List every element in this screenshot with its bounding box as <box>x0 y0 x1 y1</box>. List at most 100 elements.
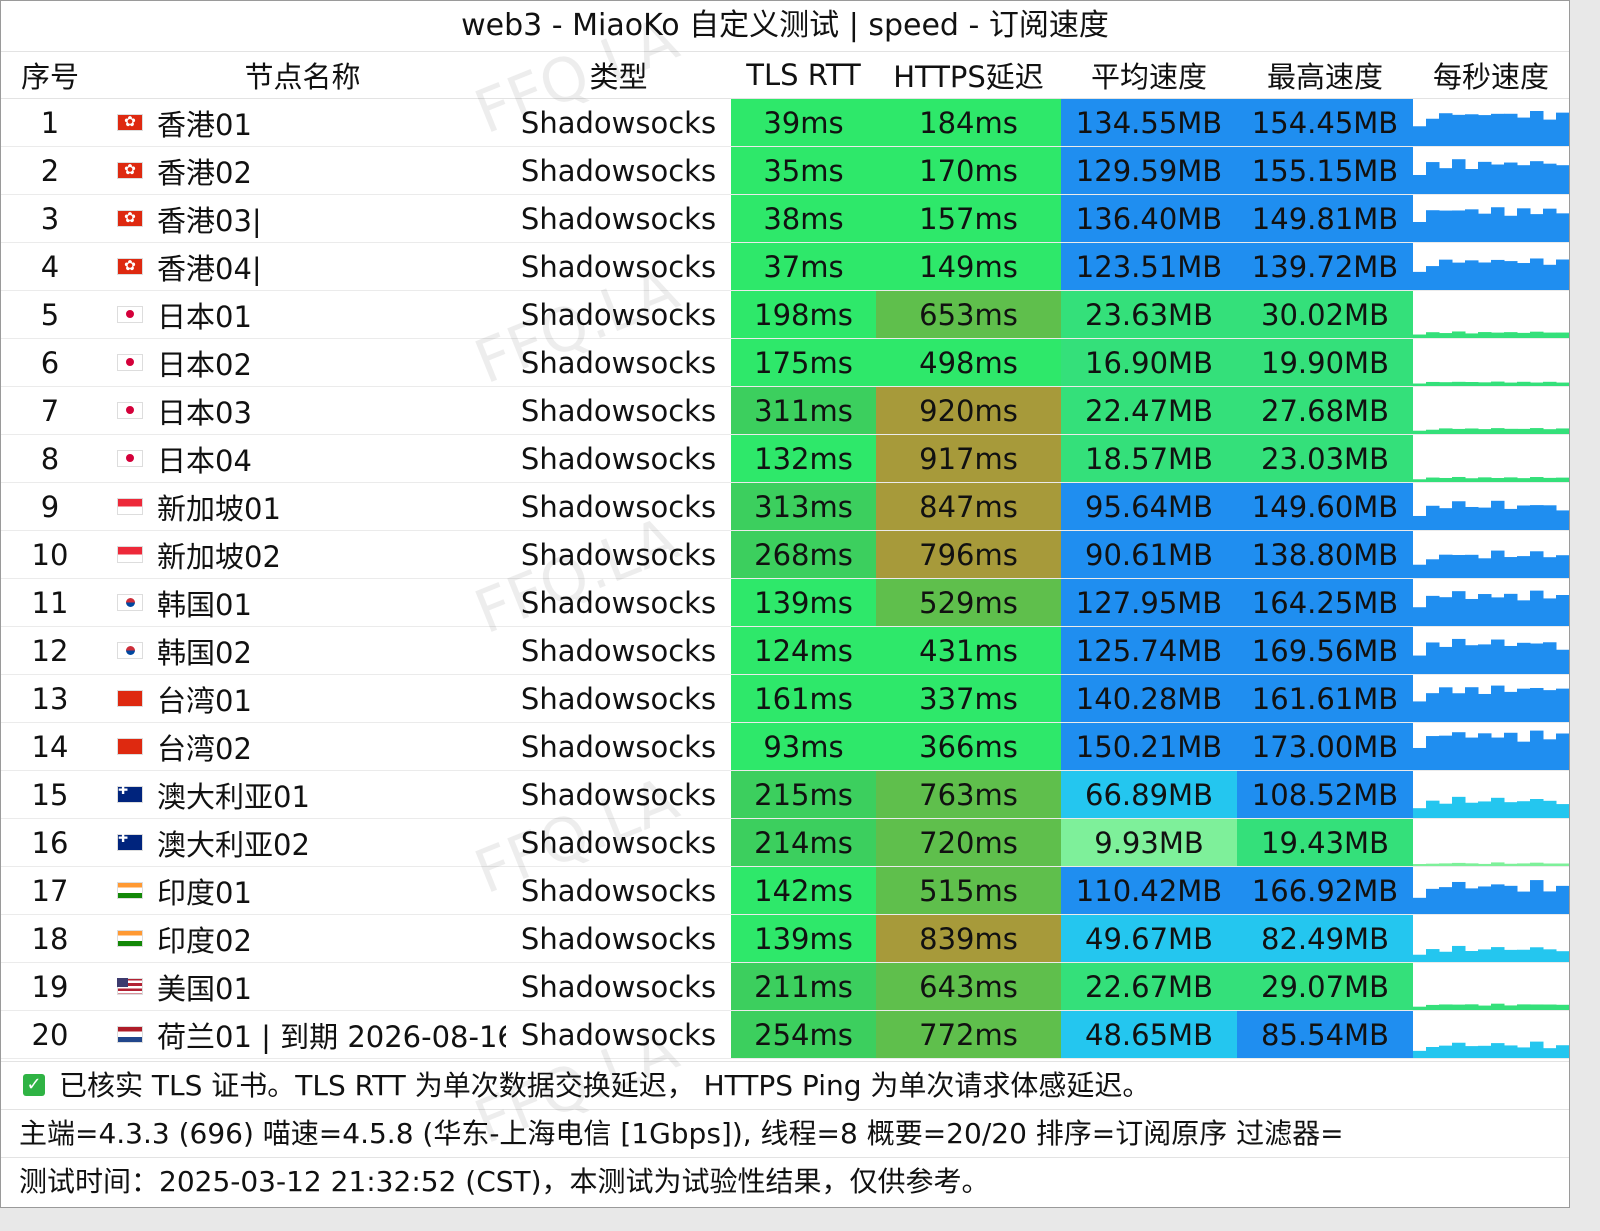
sparkline-bar <box>1426 863 1440 866</box>
https-latency-cell: 157ms <box>876 194 1061 243</box>
tls-rtt-cell: 132ms <box>731 434 876 483</box>
tls-rtt-cell: 198ms <box>731 290 876 339</box>
sparkline-bar <box>1478 213 1492 242</box>
sparkline-bar <box>1530 428 1544 434</box>
speed-sparkline <box>1413 638 1569 674</box>
table-row[interactable]: 10 新加坡02 Shadowsocks 268ms 796ms 90.61MB 138.8… <box>1 530 1569 579</box>
node-name: 澳大利亚02 <box>157 827 310 862</box>
node-name: 印度02 <box>157 923 252 958</box>
node-name-cell: 台湾01 <box>99 674 506 723</box>
table-row[interactable]: 2 香港02 Shadowsocks35ms170ms129.59MB155.15M… <box>1 146 1569 195</box>
tls-rtt-cell: 139ms <box>731 578 876 627</box>
speed-sparkline <box>1413 1003 1569 1010</box>
col-header-index[interactable]: 序号 <box>1 51 99 99</box>
max-speed-cell: 27.68MB <box>1237 386 1413 435</box>
sparkline-bar <box>1478 949 1492 962</box>
table-row[interactable]: 11 韩国01 Shadowsocks 139ms 529ms 127.95MB 164.2… <box>1 578 1569 627</box>
col-header-https-latency[interactable]: HTTPS延迟 <box>876 51 1061 99</box>
sparkline-bar <box>1439 863 1453 866</box>
sparkline-bar <box>1452 732 1466 770</box>
table-row[interactable]: 20 荷兰01 | 到期 2026-08-16 Shadowsocks 254ms 77… <box>1 1010 1569 1059</box>
table-row[interactable]: 16 澳大利亚02 Shadowsocks214ms720ms9.93MB19.43… <box>1 818 1569 867</box>
per-second-speed-chart <box>1413 626 1569 675</box>
sparkline-bar <box>1543 119 1557 146</box>
sparkline-bar <box>1530 161 1544 194</box>
tls-rtt-cell: 37ms <box>731 242 876 291</box>
col-header-name[interactable]: 节点名称 <box>99 51 506 99</box>
sparkline-bar <box>1413 174 1427 194</box>
sparkline-bar <box>1556 259 1569 290</box>
row-index: 5 <box>1 290 99 339</box>
max-speed-cell: 85.54MB <box>1237 1010 1413 1059</box>
sparkline-bar <box>1452 159 1466 194</box>
sparkline-bar <box>1439 428 1453 434</box>
footer-info: 主端=4.3.3 (696) 喵速=4.5.8 (华东-上海电信 [1Gbps]… <box>1 1109 1569 1157</box>
col-header-max-speed[interactable]: 最高速度 <box>1237 51 1413 99</box>
sparkline-bar <box>1556 804 1569 818</box>
sparkline-bar <box>1452 428 1466 434</box>
row-index: 11 <box>1 578 99 627</box>
table-row[interactable]: 5 日本01 Shadowsocks 198ms 653ms 23.63MB 30.02MB <box>1 290 1569 339</box>
per-second-speed-chart <box>1413 1010 1569 1059</box>
sparkline-bar <box>1504 215 1518 242</box>
https-latency-cell: 149ms <box>876 242 1061 291</box>
sparkline-bar <box>1478 161 1492 194</box>
hk-flag-icon <box>117 210 143 227</box>
table-row[interactable]: 18 印度02 Shadowsocks 139ms 839ms 49.67MB 82.49M… <box>1 914 1569 963</box>
table-row[interactable]: 19 美国01 Shadowsocks 211ms 643ms 22.67MB 29.07M… <box>1 962 1569 1011</box>
tls-rtt-cell: 313ms <box>731 482 876 531</box>
in-flag-icon <box>117 882 143 899</box>
col-header-avg-speed[interactable]: 平均速度 <box>1061 51 1237 99</box>
per-second-speed-chart <box>1413 242 1569 291</box>
node-type: Shadowsocks <box>506 578 731 627</box>
sparkline-bar <box>1504 428 1518 434</box>
table-row[interactable]: 13 台湾01 Shadowsocks 161ms 337ms 140.28MB 161.6… <box>1 674 1569 723</box>
table-row[interactable]: 12 韩国02 Shadowsocks 124ms 431ms 125.74MB 169.5… <box>1 626 1569 675</box>
row-index: 16 <box>1 818 99 867</box>
sparkline-bar <box>1491 685 1505 722</box>
table-row[interactable]: 3 香港03| Shadowsocks38ms157ms136.40MB149.81… <box>1 194 1569 243</box>
sparkline-bar <box>1439 597 1453 626</box>
https-latency-cell: 796ms <box>876 530 1061 579</box>
sparkline-bar <box>1491 862 1505 866</box>
table-row[interactable]: 14 台湾02 Shadowsocks 93ms 366ms 150.21MB 173.00… <box>1 722 1569 771</box>
sparkline-bar <box>1530 880 1544 914</box>
au-flag-icon <box>117 786 143 803</box>
table-row[interactable]: 9 新加坡01 Shadowsocks 313ms 847ms 95.64MB 149.60… <box>1 482 1569 531</box>
row-index: 17 <box>1 866 99 915</box>
node-name-cell: 新加坡01 <box>99 482 506 531</box>
tls-rtt-cell: 39ms <box>731 98 876 147</box>
col-header-type[interactable]: 类型 <box>506 51 731 99</box>
sparkline-bar <box>1517 505 1531 530</box>
sparkline-bar <box>1426 736 1440 770</box>
node-type: Shadowsocks <box>506 194 731 243</box>
node-type: Shadowsocks <box>506 674 731 723</box>
table-row[interactable]: 15 澳大利亚01 Shadowsocks215ms763ms66.89MB108.… <box>1 770 1569 819</box>
speed-sparkline <box>1413 1041 1569 1058</box>
col-header-tls-rtt[interactable]: TLS RTT <box>731 51 876 99</box>
node-name-cell: 日本01 <box>99 290 506 339</box>
sparkline-bar <box>1504 645 1518 674</box>
table-row[interactable]: 8 日本04 Shadowsocks 132ms 917ms 18.57MB 23.03MB <box>1 434 1569 483</box>
node-name-cell: 美国01 <box>99 962 506 1011</box>
table-row[interactable]: 17 印度01 Shadowsocks 142ms 515ms 110.42MB 166.9… <box>1 866 1569 915</box>
table-row[interactable]: 6 日本02 Shadowsocks 175ms 498ms 16.90MB 19.90MB <box>1 338 1569 387</box>
node-name-cell: 印度01 <box>99 866 506 915</box>
jp-flag-icon <box>117 402 143 419</box>
sparkline-bar <box>1478 886 1492 914</box>
table-row[interactable]: 4 香港04| Shadowsocks37ms149ms123.51MB139.72… <box>1 242 1569 291</box>
sparkline-bar <box>1465 382 1479 386</box>
sparkline-bar <box>1530 258 1544 290</box>
table-row[interactable]: 7 日本03 Shadowsocks 311ms 920ms 22.47MB 27.68MB <box>1 386 1569 435</box>
table-row[interactable]: 1 香港01 Shadowsocks39ms184ms134.55MB154.45M… <box>1 98 1569 147</box>
sparkline-bar <box>1491 1003 1505 1010</box>
sparkline-bar <box>1556 1045 1569 1058</box>
node-name-cell: 日本03 <box>99 386 506 435</box>
sparkline-bar <box>1504 557 1518 578</box>
per-second-speed-chart <box>1413 530 1569 579</box>
sparkline-bar <box>1491 428 1505 434</box>
per-second-speed-chart <box>1413 98 1569 147</box>
sparkline-bar <box>1517 381 1531 386</box>
sparkline-bar <box>1465 1046 1479 1058</box>
col-header-per-second[interactable]: 每秒速度 <box>1413 51 1569 99</box>
